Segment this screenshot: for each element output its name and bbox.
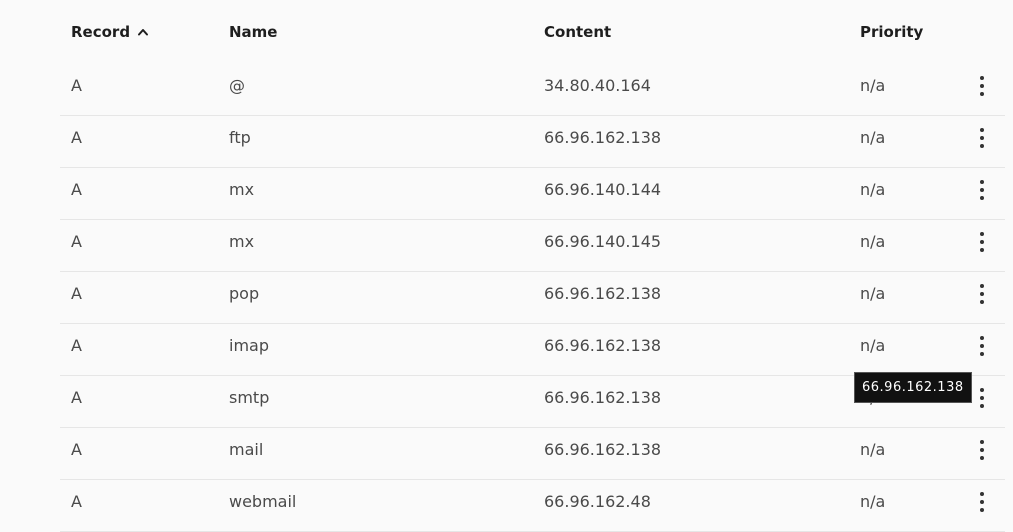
table-header: Record Name Content Priority bbox=[60, 0, 1005, 64]
table-row: A webmail 66.96.162.48 n/a bbox=[60, 480, 1005, 532]
more-vertical-icon[interactable] bbox=[973, 284, 991, 304]
more-vertical-icon[interactable] bbox=[973, 232, 991, 252]
priority-cell: n/a bbox=[860, 76, 886, 95]
record-type-cell: A bbox=[71, 284, 82, 303]
table-row: A imap 66.96.162.138 n/a bbox=[60, 324, 1005, 376]
column-header-content-label: Content bbox=[544, 23, 612, 41]
record-type-cell: A bbox=[71, 388, 82, 407]
more-vertical-icon[interactable] bbox=[973, 336, 991, 356]
priority-cell: n/a bbox=[860, 336, 886, 355]
content-cell: 66.96.162.48 bbox=[544, 492, 651, 511]
name-cell: smtp bbox=[229, 388, 270, 407]
record-type-cell: A bbox=[71, 76, 82, 95]
content-cell: 66.96.140.144 bbox=[544, 180, 662, 199]
content-tooltip: 66.96.162.138 bbox=[854, 372, 972, 403]
table-row: A ftp 66.96.162.138 n/a bbox=[60, 116, 1005, 168]
table-row: A mail 66.96.162.138 n/a bbox=[60, 428, 1005, 480]
content-cell: 66.96.162.138 bbox=[544, 336, 662, 355]
content-cell: 66.96.162.138 bbox=[544, 388, 662, 407]
column-header-content[interactable]: Content bbox=[544, 23, 611, 41]
more-vertical-icon[interactable] bbox=[973, 492, 991, 512]
column-header-record[interactable]: Record bbox=[71, 23, 149, 41]
column-header-name-label: Name bbox=[229, 23, 278, 41]
priority-cell: n/a bbox=[860, 492, 886, 511]
table-row: A @ 34.80.40.164 n/a bbox=[60, 64, 1005, 116]
name-cell: pop bbox=[229, 284, 260, 303]
content-cell: 66.96.162.138 bbox=[544, 284, 662, 303]
priority-cell: n/a bbox=[860, 232, 886, 251]
more-vertical-icon[interactable] bbox=[973, 180, 991, 200]
name-cell: @ bbox=[229, 76, 245, 95]
column-header-record-label: Record bbox=[71, 23, 131, 41]
table-row: A mx 66.96.140.144 n/a bbox=[60, 168, 1005, 220]
record-type-cell: A bbox=[71, 180, 82, 199]
column-header-priority[interactable]: Priority bbox=[860, 23, 923, 41]
name-cell: ftp bbox=[229, 128, 251, 147]
more-vertical-icon[interactable] bbox=[973, 440, 991, 460]
priority-cell: n/a bbox=[860, 128, 886, 147]
content-cell: 66.96.162.138 bbox=[544, 440, 662, 459]
table-row: A pop 66.96.162.138 n/a bbox=[60, 272, 1005, 324]
column-header-name[interactable]: Name bbox=[229, 23, 277, 41]
name-cell: webmail bbox=[229, 492, 297, 511]
more-vertical-icon[interactable] bbox=[973, 128, 991, 148]
name-cell: imap bbox=[229, 336, 269, 355]
record-type-cell: A bbox=[71, 492, 82, 511]
record-type-cell: A bbox=[71, 440, 82, 459]
name-cell: mx bbox=[229, 180, 255, 199]
more-vertical-icon[interactable] bbox=[973, 76, 991, 96]
name-cell: mail bbox=[229, 440, 264, 459]
dns-records-table: Record Name Content Priority A @ 34.80.4… bbox=[60, 0, 1005, 532]
priority-cell: n/a bbox=[860, 180, 886, 199]
record-type-cell: A bbox=[71, 232, 82, 251]
column-header-priority-label: Priority bbox=[860, 23, 924, 41]
priority-cell: n/a bbox=[860, 440, 886, 459]
content-cell: 66.96.140.145 bbox=[544, 232, 662, 251]
name-cell: mx bbox=[229, 232, 255, 251]
record-type-cell: A bbox=[71, 128, 82, 147]
table-row: A mx 66.96.140.145 n/a bbox=[60, 220, 1005, 272]
priority-cell: n/a bbox=[860, 284, 886, 303]
chevron-up-icon[interactable] bbox=[137, 26, 149, 38]
more-vertical-icon[interactable] bbox=[973, 388, 991, 408]
content-cell: 66.96.162.138 bbox=[544, 128, 662, 147]
content-cell: 34.80.40.164 bbox=[544, 76, 651, 95]
record-type-cell: A bbox=[71, 336, 82, 355]
